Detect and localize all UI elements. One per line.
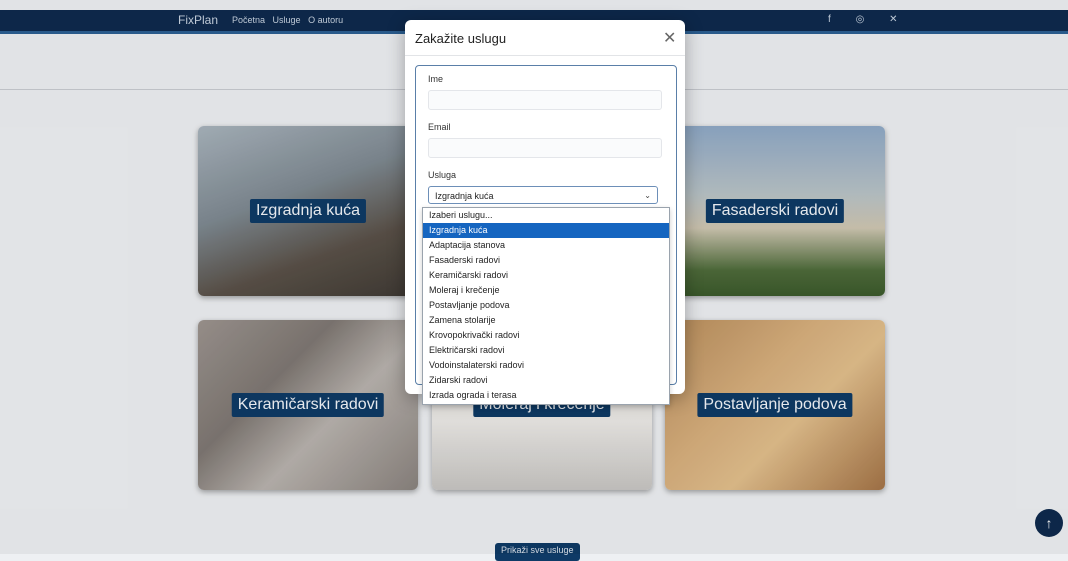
chevron-down-icon: ⌄ [644,191,651,200]
dropdown-option[interactable]: Vodoinstalaterski radovi [423,358,669,373]
name-label: Ime [428,74,444,84]
dropdown-option[interactable]: Zidarski radovi [423,373,669,388]
dropdown-option-selected[interactable]: Izgradnja kuća [423,223,669,238]
dropdown-option[interactable]: Moleraj i krečenje [423,283,669,298]
service-dropdown-list: Izaberi uslugu... Izgradnja kuća Adaptac… [422,207,670,405]
email-field[interactable] [428,138,662,158]
dropdown-option[interactable]: Fasaderski radovi [423,253,669,268]
service-label: Usluga [428,170,457,180]
dropdown-option[interactable]: Adaptacija stanova [423,238,669,253]
dropdown-option[interactable]: Postavljanje podova [423,298,669,313]
email-label: Email [428,122,451,132]
modal-title: Zakažite uslugu [415,31,507,46]
dropdown-option[interactable]: Električarski radovi [423,343,669,358]
dropdown-option[interactable]: Izrada ograda i terasa [423,388,669,403]
service-select[interactable]: Izgradnja kuća ⌄ [428,186,658,204]
dropdown-option[interactable]: Krovopokrivački radovi [423,328,669,343]
dropdown-option[interactable]: Izaberi uslugu... [423,208,669,223]
service-selected-value: Izgradnja kuća [435,191,494,201]
divider [405,55,685,56]
name-field[interactable] [428,90,662,110]
dropdown-option[interactable]: Keramičarski radovi [423,268,669,283]
close-icon[interactable]: ✕ [663,28,676,48]
dropdown-option[interactable]: Zamena stolarije [423,313,669,328]
page: FixPlan Početna Usluge O autoru f ◎ ✕ Iz… [0,0,1068,561]
